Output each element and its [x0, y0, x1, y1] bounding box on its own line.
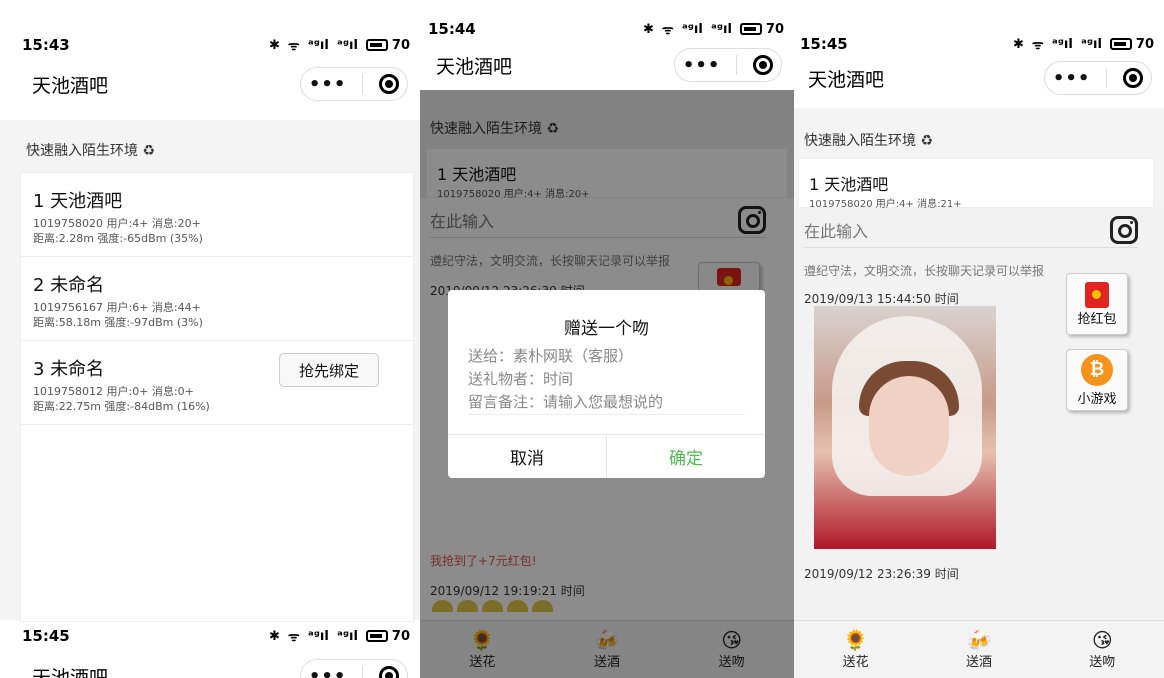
screen-gift-dialog: 15:44 ✱ ᯤ ᵃᵍıl ᵃᵍıl 70 天池酒吧 ••• 快速融入陌生环境…	[420, 0, 794, 678]
tab-send-wine[interactable]: 🍻 送酒	[939, 629, 1019, 670]
status-time-2: 15:45	[22, 627, 70, 645]
battery-icon: 70	[739, 22, 784, 37]
signal-icon-2: ᵃᵍıl	[710, 21, 732, 37]
status-bar-2: 15:45 ✱ ᯤ ᵃᵍıl ᵃᵍıl 70	[0, 621, 420, 651]
app-header-2: 天池酒吧 •••	[0, 656, 420, 678]
status-bar: 15:45 ✱ ᯤ ᵃᵍıl ᵃᵍıl 70	[794, 29, 1164, 59]
more-menu-icon[interactable]: •••	[309, 666, 347, 678]
close-program-icon[interactable]	[1123, 68, 1144, 88]
bluetooth-icon: ✱	[268, 628, 280, 644]
mini-game-button[interactable]: ₿ 小游戏	[1066, 349, 1128, 411]
claim-bind-button[interactable]: 抢先绑定	[279, 353, 379, 387]
signal-icon: ᵃᵍıl	[307, 37, 329, 53]
close-program-icon[interactable]	[753, 55, 774, 75]
signal-icon: ᵃᵍıl	[1051, 36, 1073, 52]
mini-program-capsule: •••	[1044, 61, 1152, 95]
bluetooth-icon: ✱	[268, 37, 280, 53]
mini-program-capsule: •••	[300, 67, 408, 101]
section-title: 快速融入陌生环境 ♻	[804, 133, 934, 149]
close-program-icon[interactable]	[379, 666, 400, 678]
app-title-2: 天池酒吧	[32, 666, 109, 678]
app-title: 天池酒吧	[436, 55, 513, 78]
gift-tab-bar: 🌻 送花 🍻 送酒 😘 送吻	[794, 620, 1164, 678]
wifi-icon: ᯤ	[661, 23, 674, 38]
bluetooth-icon: ✱	[642, 21, 654, 37]
message-timestamp-2: 2019/09/12 23:26:39 时间	[804, 567, 959, 581]
room-name: 1 天池酒吧	[33, 191, 123, 212]
status-bar: 15:44 ✱ ᯤ ᵃᵍıl ᵃᵍıl 70	[420, 14, 794, 44]
mini-program-capsule: •••	[674, 48, 782, 82]
signal-icon-2: ᵃᵍıl	[1080, 36, 1102, 52]
gift-dialog: 赠送一个吻 送给：素朴网联（客服） 送礼物者：时间 留言备注：请输入您最想说的 …	[448, 290, 765, 478]
screen-room-list: 15:43 ✱ ᯤ ᵃᵍıl ᵃᵍıl 70 天池酒吧 ••• 快速融入陌生环境…	[0, 0, 420, 678]
room-list: 1 天池酒吧 1019758020 用户:4+ 消息:20+ 距离:2.28m …	[20, 172, 414, 622]
close-program-icon[interactable]	[379, 74, 400, 94]
beer-icon: 🍻	[966, 628, 992, 652]
room-card[interactable]: 1 天池酒吧 1019758020 用户:4+ 消息:21+	[798, 158, 1154, 210]
status-time: 15:45	[800, 35, 848, 53]
signal-icon: ᵃᵍıl	[307, 628, 329, 644]
dialog-title: 赠送一个吻	[564, 319, 649, 339]
room-info: 1019756167 用户:6+ 消息:44+	[33, 301, 201, 314]
list-item[interactable]: 3 未命名 1019758012 用户:0+ 消息:0+ 距离:22.75m 强…	[21, 341, 413, 425]
bluetooth-icon: ✱	[1012, 36, 1024, 52]
message-timestamp: 2019/09/13 15:44:50 时间	[804, 292, 959, 306]
tab-send-kiss[interactable]: 😘 送吻	[1062, 629, 1142, 670]
dialog-note-input[interactable]: 留言备注：请输入您最想说的	[468, 391, 745, 414]
chat-photo[interactable]	[814, 306, 996, 549]
room-name: 2 未命名	[33, 275, 105, 296]
chat-input[interactable]: 在此输入	[804, 212, 1138, 248]
status-bar: 15:43 ✱ ᯤ ᵃᵍıl ᵃᵍıl 70	[0, 30, 420, 60]
more-menu-icon[interactable]: •••	[309, 74, 347, 95]
flower-icon: 🌻	[843, 628, 869, 652]
app-header: 天池酒吧 •••	[420, 45, 794, 85]
list-item[interactable]: 2 未命名 1019756167 用户:6+ 消息:44+ 距离:58.18m …	[21, 257, 413, 341]
cancel-button[interactable]: 取消	[448, 435, 607, 478]
wifi-icon: ᯤ	[1031, 38, 1044, 53]
signal-icon-2: ᵃᵍıl	[336, 37, 358, 53]
more-menu-icon[interactable]: •••	[1053, 68, 1091, 89]
list-item[interactable]: 1 天池酒吧 1019758020 用户:4+ 消息:20+ 距离:2.28m …	[21, 173, 413, 257]
input-placeholder: 在此输入	[804, 221, 869, 241]
room-distance: 距离:22.75m 强度:-84dBm (16%)	[33, 400, 210, 413]
rules-text: 遵纪守法，文明交流，长按聊天记录可以举报	[804, 264, 1045, 278]
wifi-icon: ᯤ	[287, 39, 300, 54]
mini-program-capsule: •••	[300, 659, 408, 678]
tab-send-flower[interactable]: 🌻 送花	[816, 629, 896, 670]
app-header: 天池酒吧 •••	[794, 58, 1164, 98]
app-title: 天池酒吧	[32, 74, 109, 97]
app-title: 天池酒吧	[808, 68, 885, 91]
battery-icon: 70	[1109, 37, 1154, 52]
confirm-button[interactable]: 确定	[607, 435, 765, 478]
room-info: 1019758020 用户:4+ 消息:20+	[33, 217, 201, 230]
wifi-icon: ᯤ	[287, 630, 300, 645]
more-menu-icon[interactable]: •••	[683, 55, 721, 76]
signal-icon-2: ᵃᵍıl	[336, 628, 358, 644]
battery-icon: 70	[365, 629, 410, 644]
dialog-sender: 送礼物者：时间	[468, 370, 574, 388]
camera-icon[interactable]	[1110, 215, 1138, 244]
red-packet-icon	[1085, 281, 1109, 308]
bitcoin-icon: ₿	[1081, 353, 1113, 386]
status-time: 15:43	[22, 36, 70, 54]
section-title: 快速融入陌生环境 ♻	[26, 143, 156, 159]
room-name: 1 天池酒吧	[809, 175, 889, 194]
screen-chat: 15:45 ✱ ᯤ ᵃᵍıl ᵃᵍıl 70 天池酒吧 ••• 快速融入陌生环境…	[794, 0, 1164, 678]
app-header: 天池酒吧 •••	[0, 64, 420, 104]
kiss-icon: 😘	[1091, 628, 1113, 652]
room-distance: 距离:2.28m 强度:-65dBm (35%)	[33, 232, 203, 245]
status-time: 15:44	[428, 20, 476, 38]
red-packet-button[interactable]: 抢红包	[1066, 273, 1128, 335]
signal-icon: ᵃᵍıl	[681, 21, 703, 37]
dialog-recipient: 送给：素朴网联（客服）	[468, 347, 634, 365]
room-distance: 距离:58.18m 强度:-97dBm (3%)	[33, 316, 203, 329]
battery-icon: 70	[365, 38, 410, 53]
